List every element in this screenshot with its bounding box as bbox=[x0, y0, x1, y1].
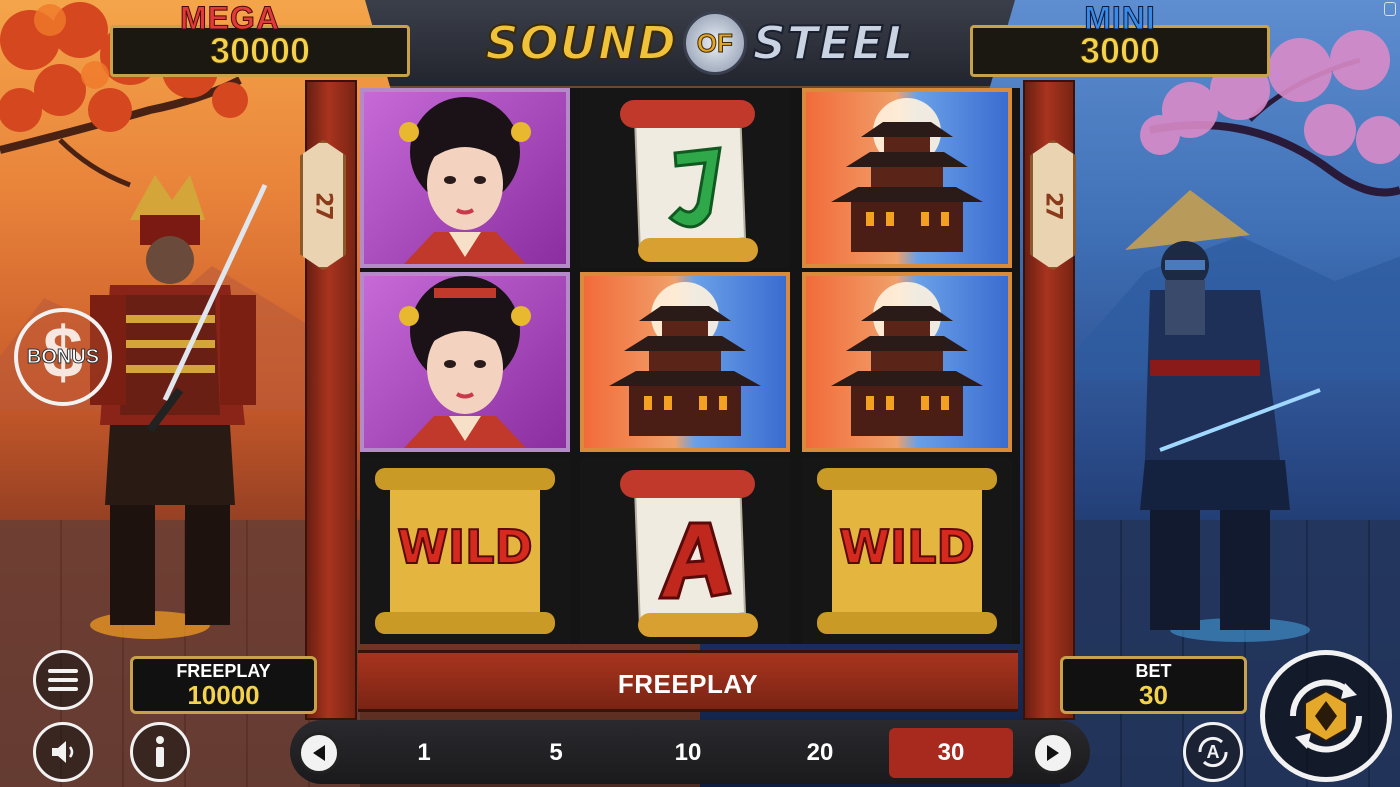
status-bar: FREEPLAY bbox=[358, 650, 1018, 712]
geisha-icon bbox=[399, 276, 531, 448]
mega-jackpot: 30000 MEGA bbox=[110, 0, 410, 80]
geisha-icon bbox=[399, 97, 531, 264]
bonus-label: BONUS bbox=[26, 345, 100, 368]
reel-2-row-1-j-scroll-symbol bbox=[580, 88, 790, 268]
autoplay-label: A bbox=[1206, 741, 1220, 762]
reel-1-row-1-geisha-symbol bbox=[360, 88, 570, 268]
autoplay-button[interactable]: A bbox=[1183, 722, 1243, 782]
buy-bonus-button[interactable]: $ BONUS bbox=[14, 308, 112, 406]
reel-1-row-2-geisha-symbol bbox=[360, 272, 570, 452]
samurai-character bbox=[90, 175, 268, 639]
bet-option-20[interactable]: 20 bbox=[758, 728, 882, 778]
mini-jackpot: 3000 MINI bbox=[970, 0, 1270, 80]
balance-label: FREEPLAY bbox=[176, 661, 271, 681]
bet-value: 30 bbox=[1139, 680, 1168, 710]
wild-label: WILD bbox=[396, 519, 533, 575]
hamburger-icon bbox=[48, 669, 78, 691]
reel-3-row-1-temple-symbol bbox=[802, 88, 1012, 268]
spin-button[interactable] bbox=[1260, 650, 1392, 782]
balance-display: FREEPLAY 10000 bbox=[130, 656, 317, 714]
bet-option-5[interactable]: 5 bbox=[494, 728, 618, 778]
reel-2-row-3-a-scroll-symbol bbox=[580, 458, 790, 644]
reel-2-row-2-temple-symbol bbox=[580, 272, 790, 452]
logo-word-steel: STEEL bbox=[752, 15, 915, 71]
ninja-character bbox=[1125, 190, 1321, 642]
game-mode-text: FREEPLAY bbox=[617, 669, 759, 699]
reel-1-row-3-wild-symbol: WILD bbox=[360, 458, 570, 644]
info-icon bbox=[156, 736, 164, 767]
logo-word-of: OF bbox=[682, 11, 747, 75]
reel-3-row-2-temple-symbol bbox=[802, 272, 1012, 452]
speaker-icon bbox=[52, 741, 74, 763]
spin-icon bbox=[1289, 679, 1363, 753]
mini-jackpot-label: MINI bbox=[1084, 0, 1156, 37]
pagoda-icon bbox=[831, 282, 983, 436]
game-screen: 27 27 SOUND OF STEEL 30000 MEGA 3000 MIN… bbox=[0, 0, 1400, 787]
reel-3-row-3-wild-symbol: WILD bbox=[802, 458, 1012, 644]
system-indicator bbox=[1384, 2, 1396, 16]
letter-j-scroll-icon bbox=[620, 100, 758, 262]
logo-word-sound: SOUND bbox=[485, 15, 677, 71]
bet-increase-button[interactable] bbox=[1032, 732, 1074, 774]
pagoda-icon bbox=[831, 98, 983, 252]
balance-value: 10000 bbox=[187, 680, 260, 710]
bet-display: BET 30 bbox=[1060, 656, 1247, 714]
mega-jackpot-label: MEGA bbox=[180, 0, 280, 37]
sound-button[interactable] bbox=[33, 722, 93, 782]
paylines-badge-left: 27 bbox=[300, 140, 346, 270]
triangle-left-icon bbox=[313, 745, 325, 761]
bet-option-30[interactable]: 30 bbox=[889, 728, 1013, 778]
menu-button[interactable] bbox=[33, 650, 93, 710]
triangle-right-icon bbox=[1047, 745, 1059, 761]
bet-option-10[interactable]: 10 bbox=[626, 728, 750, 778]
pagoda-icon bbox=[609, 282, 761, 436]
bet-label: BET bbox=[1135, 661, 1172, 681]
wild-label: WILD bbox=[838, 519, 975, 575]
info-button[interactable] bbox=[130, 722, 190, 782]
letter-a-scroll-icon bbox=[620, 470, 758, 637]
bet-option-1[interactable]: 1 bbox=[362, 728, 486, 778]
bet-decrease-button[interactable] bbox=[298, 732, 340, 774]
paylines-count: 27 bbox=[310, 191, 336, 219]
paylines-badge-right: 27 bbox=[1030, 140, 1076, 270]
game-logo: SOUND OF STEEL bbox=[465, 8, 935, 78]
paylines-count: 27 bbox=[1040, 191, 1066, 219]
